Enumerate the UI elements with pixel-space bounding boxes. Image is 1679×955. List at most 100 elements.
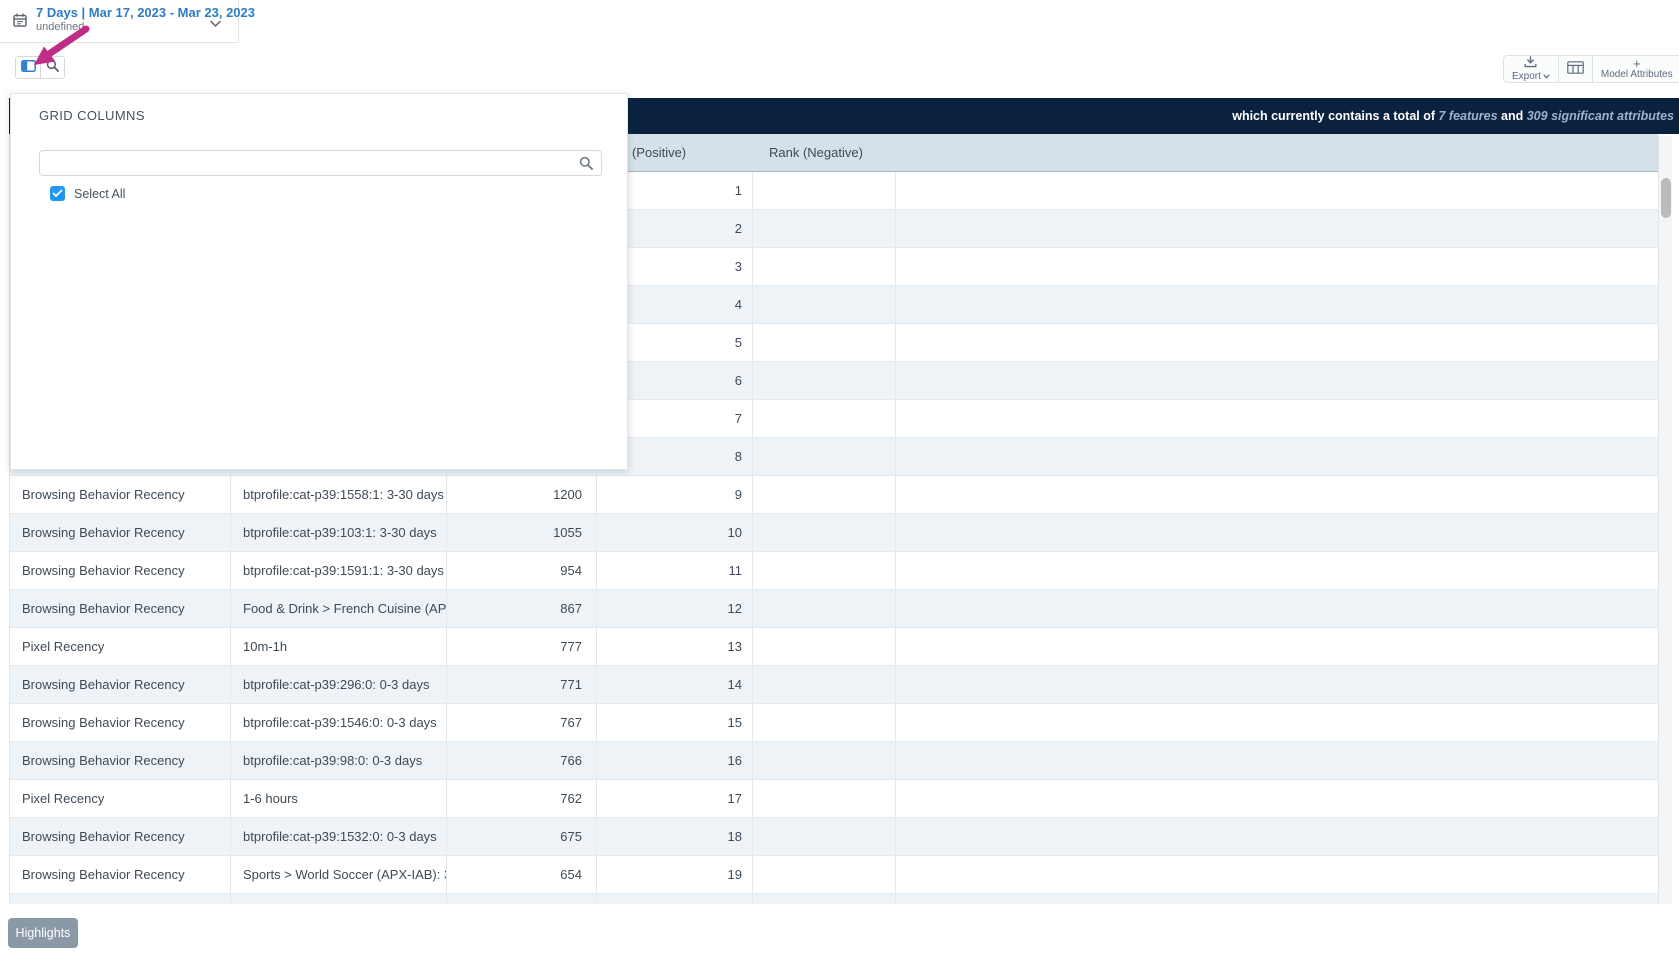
table-row[interactable]: Browsing Behavior Recency btprofile:cat-… [10, 742, 1658, 780]
cell-filler [896, 704, 1658, 741]
column-search-input[interactable] [39, 150, 602, 176]
cell-feature: Browsing Behavior Recency [10, 590, 231, 627]
table-row[interactable] [10, 894, 1658, 904]
table-row[interactable]: Browsing Behavior Recency btprofile:cat-… [10, 552, 1658, 590]
export-button[interactable]: Export [1504, 56, 1558, 82]
cell-feature [10, 894, 231, 904]
date-range-sublabel: undefined [36, 21, 84, 33]
plus-icon: + [1633, 58, 1641, 69]
cell-attribute: Sports > World Soccer (APX-IAB): 3-30 … [231, 856, 447, 893]
cell-rank-negative [753, 666, 896, 703]
cell-rank-positive: 9 [597, 476, 753, 513]
select-all-label: Select All [74, 187, 125, 201]
table-row[interactable]: Browsing Behavior Recency Food & Drink >… [10, 590, 1658, 628]
cell-filler [896, 400, 1658, 437]
cell-attribute: Food & Drink > French Cuisine (APX-IA… [231, 590, 447, 627]
cell-feature: Browsing Behavior Recency [10, 514, 231, 551]
table-row[interactable]: Pixel Recency 10m-1h 777 13 [10, 628, 1658, 666]
cell-value: 954 [447, 552, 597, 589]
search-icon [46, 59, 59, 77]
cell-rank-positive: 14 [597, 666, 753, 703]
cell-rank-negative [753, 552, 896, 589]
cell-filler [896, 780, 1658, 817]
cell-rank-negative [753, 590, 896, 627]
cell-feature: Browsing Behavior Recency [10, 818, 231, 855]
banner-conjunction: and [1498, 109, 1527, 123]
cell-feature: Pixel Recency [10, 780, 231, 817]
cell-attribute: btprofile:cat-p39:103:1: 3-30 days [231, 514, 447, 551]
cell-filler [896, 514, 1658, 551]
cell-filler [896, 590, 1658, 627]
cell-filler [896, 248, 1658, 285]
cell-feature: Browsing Behavior Recency [10, 704, 231, 741]
cell-value [447, 894, 597, 904]
cell-rank-negative [753, 286, 896, 323]
model-attributes-button[interactable]: + Model Attributes [1592, 56, 1679, 82]
cell-rank-negative [753, 324, 896, 361]
cell-filler [896, 476, 1658, 513]
table-row[interactable]: Pixel Recency 1-6 hours 762 17 [10, 780, 1658, 818]
table-row[interactable]: Browsing Behavior Recency btprofile:cat-… [10, 818, 1658, 856]
cell-value: 767 [447, 704, 597, 741]
table-row[interactable]: Browsing Behavior Recency btprofile:cat-… [10, 476, 1658, 514]
banner-text-prefix: which currently contains a total of [1232, 109, 1438, 123]
cell-filler [896, 742, 1658, 779]
cell-value: 766 [447, 742, 597, 779]
table-row[interactable]: Browsing Behavior Recency btprofile:cat-… [10, 666, 1658, 704]
vertical-scrollbar-thumb[interactable] [1661, 178, 1671, 218]
cell-rank-negative [753, 628, 896, 665]
cell-value: 762 [447, 780, 597, 817]
cell-rank-negative [753, 362, 896, 399]
cell-rank-positive: 13 [597, 628, 753, 665]
grid-columns-popup: GRID COLUMNS Select All [10, 93, 628, 470]
cell-rank-negative [753, 780, 896, 817]
cell-filler [896, 438, 1658, 475]
date-range-selector[interactable]: 7 Days | Mar 17, 2023 - Mar 23, 2023 und… [0, 0, 239, 43]
cell-filler [896, 628, 1658, 665]
table-row[interactable]: Browsing Behavior Recency Sports > World… [10, 856, 1658, 894]
cell-rank-negative [753, 210, 896, 247]
cell-feature: Browsing Behavior Recency [10, 476, 231, 513]
grid-view-button[interactable] [1558, 56, 1592, 82]
cell-attribute: btprofile:cat-p39:1532:0: 0-3 days [231, 818, 447, 855]
cell-rank-negative [753, 704, 896, 741]
cell-filler [896, 172, 1658, 209]
cell-attribute: 10m-1h [231, 628, 447, 665]
cell-filler [896, 818, 1658, 855]
cell-rank-negative [753, 172, 896, 209]
table-row[interactable]: Browsing Behavior Recency btprofile:cat-… [10, 704, 1658, 742]
cell-rank-negative [753, 514, 896, 551]
cell-filler [896, 894, 1658, 904]
cell-attribute: btprofile:cat-p39:1546:0: 0-3 days [231, 704, 447, 741]
cell-feature: Browsing Behavior Recency [10, 552, 231, 589]
cell-rank-positive: 10 [597, 514, 753, 551]
cell-rank-positive: 12 [597, 590, 753, 627]
cell-attribute: btprofile:cat-p39:1591:1: 3-30 days [231, 552, 447, 589]
cell-value: 654 [447, 856, 597, 893]
app-root: 7 Days | Mar 17, 2023 - Mar 23, 2023 und… [0, 0, 1679, 955]
table-actions-group: Export + Model Attributes [1503, 55, 1679, 83]
cell-attribute: btprofile:cat-p39:296:0: 0-3 days [231, 666, 447, 703]
cell-rank-negative [753, 742, 896, 779]
cell-attribute: 1-6 hours [231, 780, 447, 817]
highlights-button[interactable]: Highlights [8, 918, 78, 948]
cell-feature: Browsing Behavior Recency [10, 856, 231, 893]
vertical-scrollbar-track[interactable] [1658, 136, 1672, 904]
cell-rank-positive: 18 [597, 818, 753, 855]
select-all-checkbox[interactable] [50, 186, 65, 201]
grid-search-button[interactable] [40, 57, 64, 78]
column-header-rank-negative[interactable]: Rank (Negative) [753, 145, 896, 160]
columns-icon [21, 59, 36, 77]
cell-rank-negative [753, 856, 896, 893]
table-row[interactable]: Browsing Behavior Recency btprofile:cat-… [10, 514, 1658, 552]
calendar-icon [13, 13, 27, 32]
cell-rank-negative [753, 476, 896, 513]
grid-columns-button[interactable] [16, 57, 40, 78]
cell-value: 675 [447, 818, 597, 855]
chevron-down-icon [210, 15, 221, 33]
model-attributes-label: Model Attributes [1601, 69, 1673, 80]
cell-value: 777 [447, 628, 597, 665]
cell-value: 1200 [447, 476, 597, 513]
select-all-row: Select All [50, 186, 125, 201]
date-range-label: 7 Days | Mar 17, 2023 - Mar 23, 2023 [36, 5, 255, 20]
